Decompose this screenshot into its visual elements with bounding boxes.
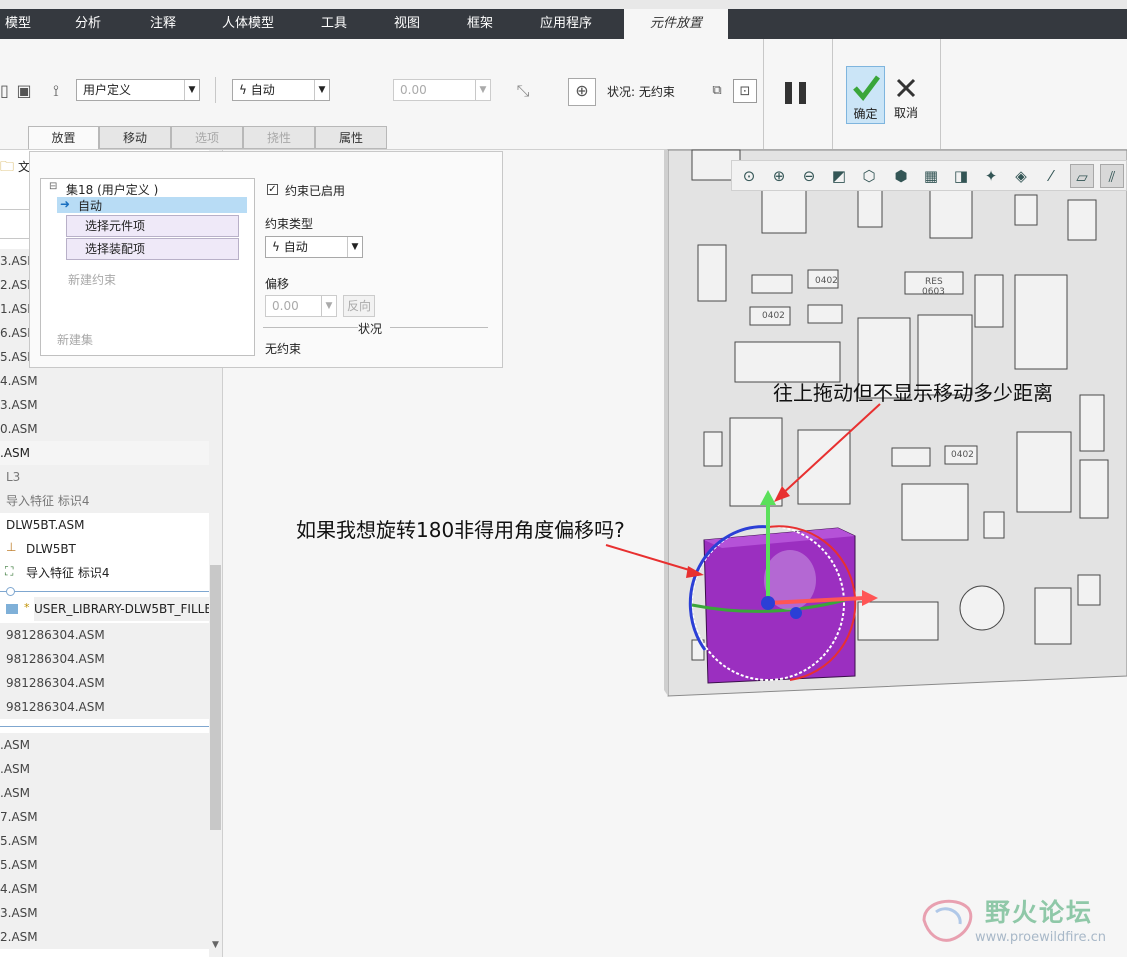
offset-label: 偏移	[265, 277, 290, 291]
panel-offset-input[interactable]: 0.00 ▼	[265, 295, 337, 317]
display-style-icon[interactable]: ⬡	[857, 164, 881, 188]
arrow-right-icon: ➜	[60, 197, 71, 211]
perspective-icon[interactable]: ◨	[949, 164, 973, 188]
drag-annotation: 往上拖动但不显示移动多少距离	[773, 381, 1053, 405]
size-label: 0402	[815, 276, 838, 286]
watermark-url: www.proewildfire.cn	[975, 930, 1106, 945]
pcb-board-edge	[664, 150, 668, 696]
annotation-display-icon[interactable]: ⫽	[1100, 164, 1124, 188]
constraint-set-name[interactable]: 集18 (用户定义 )	[66, 181, 158, 198]
chevron-down-icon: ▼	[347, 237, 362, 257]
flip-button[interactable]: 反向	[343, 295, 375, 317]
constraint-type-label: 约束类型	[265, 217, 314, 231]
constraint-item-selected[interactable]: ➜ 自动	[57, 197, 247, 213]
select-assembly-ref[interactable]: 选择装配项	[66, 238, 239, 260]
forum-logo	[922, 899, 973, 942]
new-constraint-link[interactable]: 新建约束	[68, 271, 116, 288]
status-heading: 状况	[358, 322, 383, 336]
spin-center-icon[interactable]: ✦	[979, 164, 1003, 188]
rotate-annotation: 如果我想旋转180非得用角度偏移吗?	[296, 518, 625, 542]
size-label: 0402	[762, 311, 785, 321]
constraint-enabled-label: 约束已启用	[285, 184, 346, 198]
panel-offset-value: 0.00	[272, 299, 299, 313]
placement-panel: ⊟ 集18 (用户定义 ) ➜ 自动 选择元件项 选择装配项 新建约束 新建集 …	[29, 151, 503, 368]
size-label: 0402	[951, 450, 974, 460]
zoom-out-icon[interactable]: ⊖	[797, 164, 821, 188]
lightning-icon: ϟ	[272, 240, 284, 254]
chevron-down-icon: ▼	[321, 296, 336, 316]
plane-display-icon[interactable]: ▱	[1070, 164, 1094, 188]
res-label: RES	[925, 277, 943, 287]
status-divider	[263, 327, 358, 328]
status-divider	[390, 327, 488, 328]
constraint-item-label: 自动	[78, 199, 103, 213]
select-component-ref[interactable]: 选择元件项	[66, 215, 239, 237]
dragger-origin-point[interactable]	[790, 607, 802, 619]
collapse-icon[interactable]: ⊟	[49, 181, 57, 192]
panel-constraint-type-value: 自动	[283, 240, 308, 254]
dragger-center[interactable]	[761, 596, 775, 610]
datum-display-icon[interactable]: ⁄	[1039, 164, 1063, 188]
orient-icon[interactable]: ◈	[1009, 164, 1033, 188]
constraint-set-list: ⊟ 集18 (用户定义 ) ➜ 自动 选择元件项 选择装配项 新建约束 新建集	[40, 178, 255, 356]
zoom-in-icon[interactable]: ⊕	[767, 164, 791, 188]
view-toolbar: ⊙ ⊕ ⊖ ◩ ⬡ ⬢ ▦ ◨ ✦ ◈ ⁄ ▱ ⫽	[731, 160, 1127, 191]
saved-orientations-icon[interactable]: ⬢	[889, 164, 913, 188]
repaint-icon[interactable]: ◩	[827, 164, 851, 188]
new-set-link[interactable]: 新建集	[57, 331, 93, 348]
view-manager-icon[interactable]: ▦	[919, 164, 943, 188]
refit-icon[interactable]: ⊙	[737, 164, 761, 188]
constraint-enabled-checkbox[interactable]: ✓	[267, 184, 278, 195]
status-value: 无约束	[265, 342, 302, 356]
panel-constraint-type-dropdown[interactable]: ϟ 自动 ▼	[265, 236, 363, 258]
watermark-title: 野火论坛	[985, 898, 1094, 927]
model-graphics: RES 0603 0402 0402 0402	[605, 149, 1127, 697]
size-label: 0603	[922, 287, 945, 297]
